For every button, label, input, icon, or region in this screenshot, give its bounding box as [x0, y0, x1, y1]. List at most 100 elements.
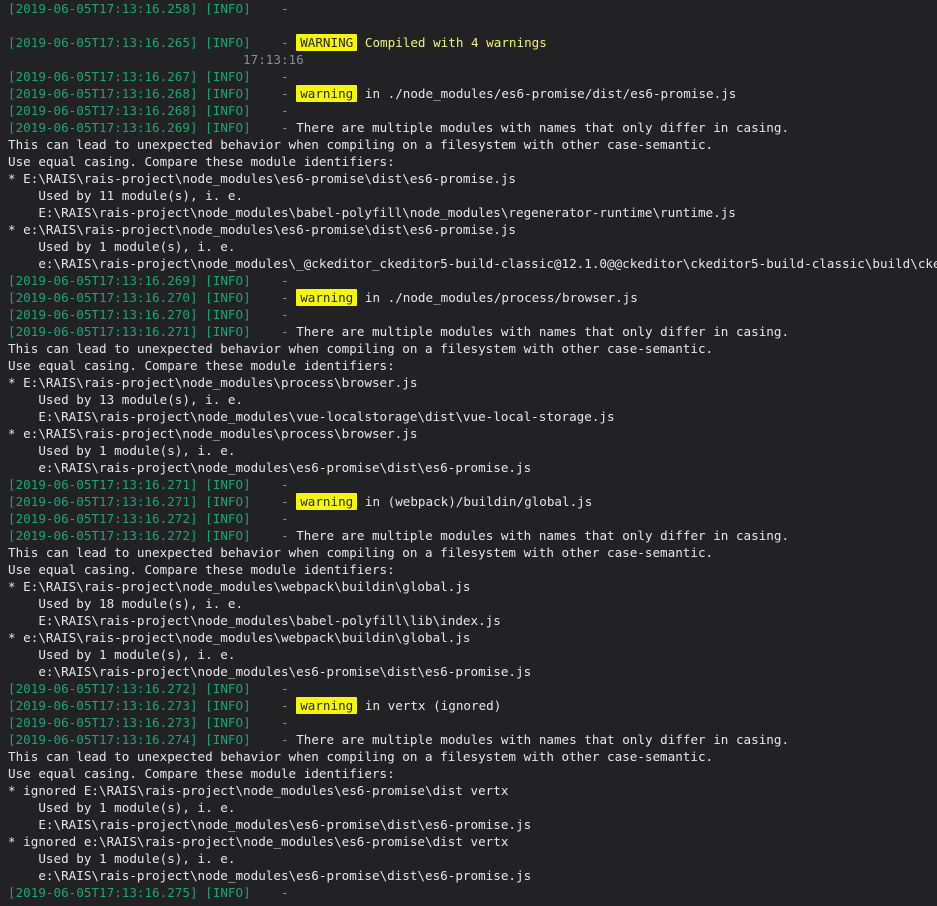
- log-detail-text: e:\RAIS\rais-project\node_modules\es6-pr…: [8, 664, 532, 679]
- log-dash: -: [281, 86, 289, 101]
- log-detail-text: * e:\RAIS\rais-project\node_modules\proc…: [8, 426, 418, 441]
- log-detail-text: * E:\RAIS\rais-project\node_modules\es6-…: [8, 171, 516, 186]
- log-timestamp: [2019-06-05T17:13:16.268]: [8, 86, 198, 101]
- log-level: [INFO]: [205, 477, 251, 492]
- console-log-output[interactable]: [2019-06-05T17:13:16.258] [INFO] - [2019…: [0, 0, 937, 906]
- log-detail-text: E:\RAIS\rais-project\node_modules\es6-pr…: [8, 817, 532, 832]
- log-detail-line: * E:\RAIS\rais-project\node_modules\webp…: [0, 578, 937, 595]
- log-detail-line: Use equal casing. Compare these module i…: [0, 357, 937, 374]
- sep: [251, 494, 281, 509]
- log-level: [INFO]: [205, 273, 251, 288]
- log-detail-line: * ignored E:\RAIS\rais-project\node_modu…: [0, 782, 937, 799]
- log-detail-line: Used by 18 module(s), i. e.: [0, 595, 937, 612]
- sep: [251, 69, 281, 84]
- log-warning-line: [2019-06-05T17:13:16.273] [INFO] - warni…: [0, 697, 937, 714]
- sep: [251, 1, 281, 16]
- log-level: [INFO]: [205, 324, 251, 339]
- log-detail-text: Used by 1 module(s), i. e.: [8, 800, 236, 815]
- log-info-line: [2019-06-05T17:13:16.269] [INFO] - There…: [0, 119, 937, 136]
- sep: [251, 273, 281, 288]
- log-info-line: [2019-06-05T17:13:16.270] [INFO] -: [0, 306, 937, 323]
- sep: [251, 307, 281, 322]
- log-time-marker-line: 17:13:16: [0, 51, 937, 68]
- log-timestamp: [2019-06-05T17:13:16.270]: [8, 290, 198, 305]
- log-detail-text: * E:\RAIS\rais-project\node_modules\proc…: [8, 375, 418, 390]
- sep: [357, 290, 365, 305]
- log-detail-line: This can lead to unexpected behavior whe…: [0, 544, 937, 561]
- log-message: There are multiple modules with names th…: [296, 324, 790, 339]
- log-level: [INFO]: [205, 86, 251, 101]
- log-detail-text: Use equal casing. Compare these module i…: [8, 154, 395, 169]
- sep: [251, 120, 281, 135]
- sep: [251, 86, 281, 101]
- log-timestamp: [2019-06-05T17:13:16.274]: [8, 732, 198, 747]
- log-detail-line: * e:\RAIS\rais-project\node_modules\proc…: [0, 425, 937, 442]
- log-detail-line: This can lead to unexpected behavior whe…: [0, 748, 937, 765]
- log-detail-text: Use equal casing. Compare these module i…: [8, 562, 395, 577]
- log-detail-line: * e:\RAIS\rais-project\node_modules\webp…: [0, 629, 937, 646]
- log-info-line: [2019-06-05T17:13:16.272] [INFO] - There…: [0, 527, 937, 544]
- log-level: [INFO]: [205, 35, 251, 50]
- log-timestamp: [2019-06-05T17:13:16.272]: [8, 511, 198, 526]
- log-timestamp: [2019-06-05T17:13:16.267]: [8, 69, 198, 84]
- log-timestamp: [2019-06-05T17:13:16.272]: [8, 528, 198, 543]
- warning-badge: warning: [296, 697, 358, 714]
- log-detail-text: E:\RAIS\rais-project\node_modules\vue-lo…: [8, 409, 615, 424]
- sep: [251, 715, 281, 730]
- sep: [357, 35, 365, 50]
- log-timestamp: [2019-06-05T17:13:16.271]: [8, 324, 198, 339]
- log-dash: -: [281, 324, 289, 339]
- warning-badge: WARNING: [296, 34, 358, 51]
- log-dash: -: [281, 35, 289, 50]
- log-message: There are multiple modules with names th…: [296, 120, 790, 135]
- sep: [251, 698, 281, 713]
- log-info-line: [2019-06-05T17:13:16.271] [INFO] - There…: [0, 323, 937, 340]
- log-detail-text: This can lead to unexpected behavior whe…: [8, 749, 714, 764]
- sep: [251, 528, 281, 543]
- log-detail-line: E:\RAIS\rais-project\node_modules\es6-pr…: [0, 816, 937, 833]
- log-detail-text: e:\RAIS\rais-project\node_modules\es6-pr…: [8, 868, 532, 883]
- log-level: [INFO]: [205, 698, 251, 713]
- log-timestamp: [2019-06-05T17:13:16.269]: [8, 273, 198, 288]
- log-warning-line: [2019-06-05T17:13:16.265] [INFO] - WARNI…: [0, 34, 937, 51]
- compile-time-text: 17:13:16: [243, 52, 304, 67]
- sep: [251, 324, 281, 339]
- log-timestamp: [2019-06-05T17:13:16.268]: [8, 103, 198, 118]
- warning-badge: warning: [296, 289, 358, 306]
- log-blank-line: [0, 17, 937, 34]
- log-detail-line: * ignored e:\RAIS\rais-project\node_modu…: [0, 833, 937, 850]
- log-level: [INFO]: [205, 715, 251, 730]
- log-detail-line: Use equal casing. Compare these module i…: [0, 153, 937, 170]
- log-detail-text: * e:\RAIS\rais-project\node_modules\es6-…: [8, 222, 516, 237]
- log-level: [INFO]: [205, 1, 251, 16]
- log-message: Compiled with 4 warnings: [364, 35, 547, 50]
- log-dash: -: [281, 120, 289, 135]
- log-detail-text: This can lead to unexpected behavior whe…: [8, 137, 714, 152]
- log-level: [INFO]: [205, 528, 251, 543]
- log-info-line: [2019-06-05T17:13:16.269] [INFO] -: [0, 272, 937, 289]
- log-dash: -: [281, 477, 289, 492]
- log-level: [INFO]: [205, 103, 251, 118]
- log-detail-line: E:\RAIS\rais-project\node_modules\babel-…: [0, 204, 937, 221]
- log-detail-line: * E:\RAIS\rais-project\node_modules\es6-…: [0, 170, 937, 187]
- log-timestamp: [2019-06-05T17:13:16.272]: [8, 681, 198, 696]
- sep: [357, 494, 365, 509]
- sep: [357, 86, 365, 101]
- log-level: [INFO]: [205, 885, 251, 900]
- log-detail-text: This can lead to unexpected behavior whe…: [8, 341, 714, 356]
- log-detail-text: e:\RAIS\rais-project\node_modules\es6-pr…: [8, 460, 532, 475]
- sep: [251, 35, 281, 50]
- log-detail-line: Used by 1 module(s), i. e.: [0, 850, 937, 867]
- log-detail-text: Used by 18 module(s), i. e.: [8, 596, 244, 611]
- log-detail-text: This can lead to unexpected behavior whe…: [8, 545, 714, 560]
- warning-badge: warning: [296, 493, 358, 510]
- sep: [251, 477, 281, 492]
- log-level: [INFO]: [205, 732, 251, 747]
- log-detail-text: E:\RAIS\rais-project\node_modules\babel-…: [8, 205, 736, 220]
- log-dash: -: [281, 290, 289, 305]
- log-detail-line: e:\RAIS\rais-project\node_modules\_@cked…: [0, 255, 937, 272]
- log-detail-line: E:\RAIS\rais-project\node_modules\vue-lo…: [0, 408, 937, 425]
- log-detail-line: e:\RAIS\rais-project\node_modules\es6-pr…: [0, 867, 937, 884]
